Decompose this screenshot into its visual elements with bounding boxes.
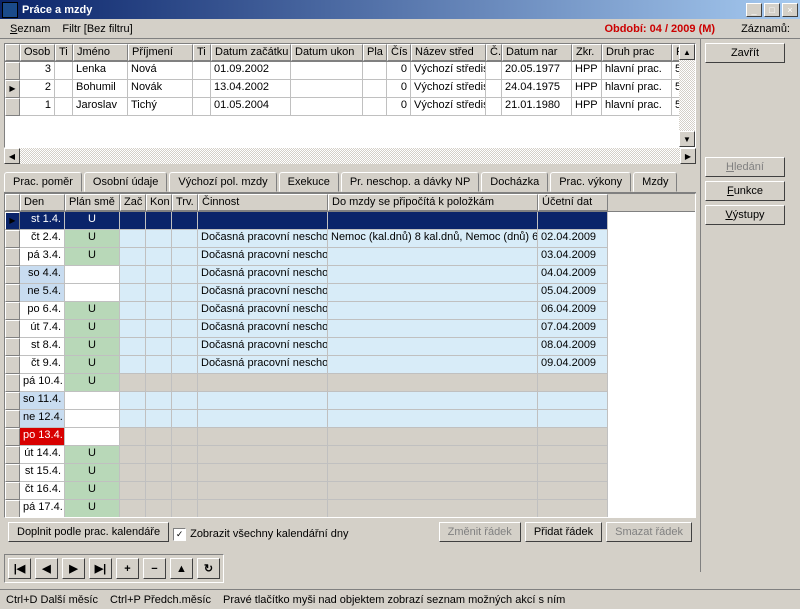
outputs-button[interactable]: Výstupy bbox=[705, 205, 785, 225]
attendance-row[interactable]: út 7.4.UDočasná pracovní neschop07.04.20… bbox=[5, 320, 695, 338]
attendance-row[interactable]: st 8.4.UDočasná pracovní neschop08.04.20… bbox=[5, 338, 695, 356]
add-row-button[interactable]: Přidat řádek bbox=[525, 522, 602, 542]
status-hint: Pravé tlačítko myši nad objektem zobrazí… bbox=[223, 594, 565, 606]
window-title: Práce a mzdy bbox=[22, 4, 746, 16]
col-header[interactable]: Ti bbox=[55, 44, 73, 61]
menubar: Seznam Filtr [Bez filtru] Období: 04 / 2… bbox=[0, 19, 800, 39]
zaznamu-label: Záznamů: bbox=[735, 21, 796, 37]
nav-first-button[interactable]: |◀ bbox=[8, 558, 31, 579]
attendance-row[interactable]: so 11.4. bbox=[5, 392, 695, 410]
attendance-row[interactable]: čt 2.4.UDočasná pracovní neschopNemoc (k… bbox=[5, 230, 695, 248]
scroll-left-icon[interactable]: ◀ bbox=[4, 148, 20, 164]
col-header[interactable]: Datum ukon bbox=[291, 44, 363, 61]
titlebar: Práce a mzdy _ □ × bbox=[0, 0, 800, 19]
attendance-row[interactable]: po 13.4. bbox=[5, 428, 695, 446]
status-prev-month: Ctrl+P Předch.měsíc bbox=[110, 594, 211, 606]
col-header[interactable]: Den bbox=[20, 194, 65, 211]
employee-grid[interactable]: OsobTiJménoPříjmeníTiDatum začátkuDatum … bbox=[4, 43, 696, 148]
search-button[interactable]: Hledání bbox=[705, 157, 785, 177]
col-header[interactable]: Jméno bbox=[73, 44, 128, 61]
tabbar: Prac. poměr Osobní údaje Výchozí pol. mz… bbox=[4, 172, 696, 193]
close-panel-button[interactable]: Zavřít bbox=[705, 43, 785, 63]
attendance-row[interactable]: ne 12.4. bbox=[5, 410, 695, 428]
nav-next-button[interactable]: ▶ bbox=[62, 558, 85, 579]
tab-vychozi-mzdy[interactable]: Výchozí pol. mzdy bbox=[169, 172, 276, 192]
nav-refresh-button[interactable]: ↻ bbox=[197, 558, 220, 579]
attendance-row[interactable]: st 15.4.U bbox=[5, 464, 695, 482]
statusbar: Ctrl+D Další měsíc Ctrl+P Předch.měsíc P… bbox=[0, 589, 800, 609]
functions-button[interactable]: Funkce bbox=[705, 181, 785, 201]
col-header[interactable]: Účetní dat bbox=[538, 194, 608, 211]
col-header[interactable]: Činnost bbox=[198, 194, 328, 211]
horizontal-scrollbar[interactable]: ◀ ▶ bbox=[4, 148, 696, 164]
col-header[interactable]: Druh prac bbox=[602, 44, 672, 61]
attendance-row[interactable]: ne 5.4.Dočasná pracovní neschop05.04.200… bbox=[5, 284, 695, 302]
col-header[interactable]: Zkr. bbox=[572, 44, 602, 61]
nav-up-button[interactable]: ▲ bbox=[170, 558, 193, 579]
employee-row[interactable]: 2BohumilNovák13.04.20020Výchozí středis2… bbox=[5, 80, 695, 98]
maximize-button[interactable]: □ bbox=[764, 3, 780, 17]
col-header[interactable]: Zač bbox=[120, 194, 146, 211]
period-label: Období: 04 / 2009 (M) bbox=[604, 23, 735, 35]
fill-by-calendar-button[interactable]: Doplnit podle prac. kalendáře bbox=[8, 522, 169, 542]
nav-add-button[interactable]: + bbox=[116, 558, 139, 579]
tab-exekuce[interactable]: Exekuce bbox=[279, 172, 339, 192]
col-header[interactable]: Trv. bbox=[172, 194, 198, 211]
attendance-row[interactable]: pá 10.4.U bbox=[5, 374, 695, 392]
scroll-up-icon[interactable]: ▲ bbox=[679, 44, 695, 60]
col-header[interactable]: Osob bbox=[20, 44, 55, 61]
tab-dochazka[interactable]: Docházka bbox=[481, 172, 548, 192]
attendance-row[interactable]: pá 17.4.U bbox=[5, 500, 695, 518]
col-header[interactable]: Kon bbox=[146, 194, 172, 211]
menu-seznam[interactable]: Seznam bbox=[4, 21, 56, 37]
attendance-row[interactable]: út 14.4.U bbox=[5, 446, 695, 464]
tab-mzdy[interactable]: Mzdy bbox=[633, 172, 677, 192]
delete-row-button[interactable]: Smazat řádek bbox=[606, 522, 692, 542]
attendance-row[interactable]: po 6.4.UDočasná pracovní neschop06.04.20… bbox=[5, 302, 695, 320]
tab-osobni-udaje[interactable]: Osobní údaje bbox=[84, 172, 167, 192]
nav-prev-button[interactable]: ◀ bbox=[35, 558, 58, 579]
scroll-down-icon[interactable]: ▼ bbox=[679, 131, 695, 147]
col-header[interactable]: Pla bbox=[363, 44, 387, 61]
employee-row[interactable]: 1JaroslavTichý01.05.20040Výchozí středis… bbox=[5, 98, 695, 116]
attendance-row[interactable]: čt 16.4.U bbox=[5, 482, 695, 500]
col-header[interactable]: Čís bbox=[387, 44, 411, 61]
app-icon bbox=[2, 2, 18, 18]
col-header[interactable]: Do mzdy se připočítá k položkám bbox=[328, 194, 538, 211]
col-header[interactable]: Č. bbox=[486, 44, 502, 61]
edit-row-button[interactable]: Změnit řádek bbox=[439, 522, 521, 542]
attendance-grid[interactable]: DenPlán směZačKonTrv.ČinnostDo mzdy se p… bbox=[4, 193, 696, 518]
tab-pr-neschop[interactable]: Pr. neschop. a dávky NP bbox=[341, 172, 479, 192]
attendance-row[interactable]: čt 9.4.UDočasná pracovní neschop09.04.20… bbox=[5, 356, 695, 374]
attendance-row[interactable]: pá 3.4.UDočasná pracovní neschop03.04.20… bbox=[5, 248, 695, 266]
employee-row[interactable]: 3LenkaNová01.09.20020Výchozí středis20.0… bbox=[5, 62, 695, 80]
attendance-row[interactable]: st 1.4.U bbox=[5, 212, 695, 230]
col-header[interactable]: Plán smě bbox=[65, 194, 120, 211]
attendance-row[interactable]: so 4.4.Dočasná pracovní neschop04.04.200… bbox=[5, 266, 695, 284]
menu-filtr[interactable]: Filtr [Bez filtru] bbox=[56, 21, 138, 37]
show-all-days-label: Zobrazit všechny kalendářní dny bbox=[190, 528, 348, 540]
nav-remove-button[interactable]: − bbox=[143, 558, 166, 579]
show-all-days-checkbox[interactable]: ✓ bbox=[173, 528, 186, 541]
col-header[interactable]: Ti bbox=[193, 44, 211, 61]
tab-prac-pomer[interactable]: Prac. poměr bbox=[4, 172, 82, 192]
col-header[interactable]: Příjmení bbox=[128, 44, 193, 61]
close-button[interactable]: × bbox=[782, 3, 798, 17]
col-header[interactable]: Název střed bbox=[411, 44, 486, 61]
minimize-button[interactable]: _ bbox=[746, 3, 762, 17]
tab-prac-vykony[interactable]: Prac. výkony bbox=[550, 172, 631, 192]
col-header[interactable]: Datum začátku bbox=[211, 44, 291, 61]
col-header[interactable]: Datum nar bbox=[502, 44, 572, 61]
scroll-right-icon[interactable]: ▶ bbox=[680, 148, 696, 164]
nav-last-button[interactable]: ▶| bbox=[89, 558, 112, 579]
status-next-month: Ctrl+D Další měsíc bbox=[6, 594, 98, 606]
